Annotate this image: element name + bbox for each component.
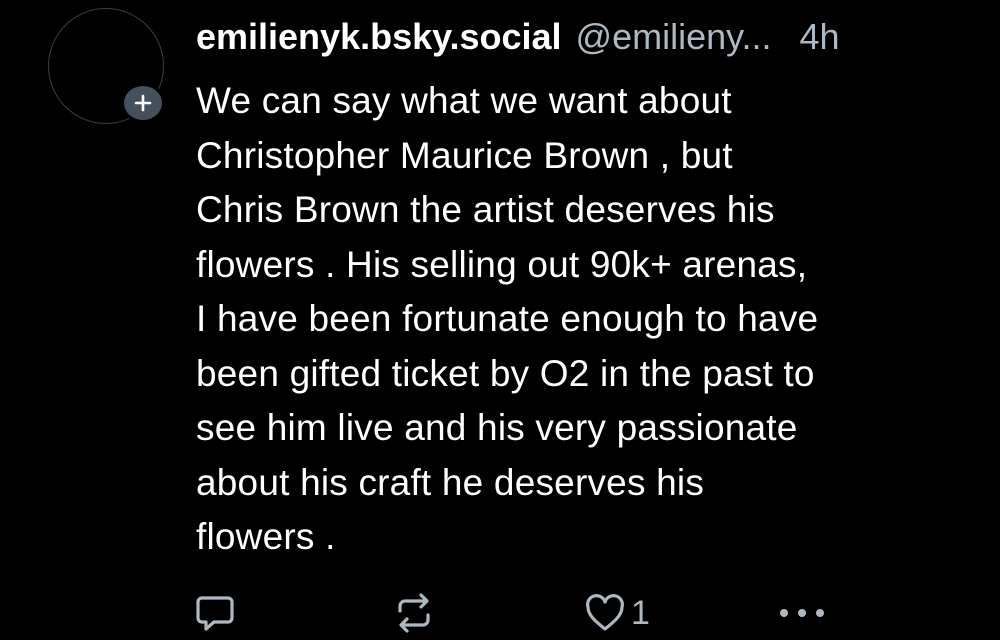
heart-icon <box>586 594 624 631</box>
post-header: emilienyk.bsky.social @emilieny... 4h <box>196 14 976 64</box>
follow-button[interactable] <box>121 83 165 123</box>
post-timestamp[interactable]: 4h <box>799 14 839 60</box>
repost-icon <box>398 593 430 633</box>
more-options-button[interactable] <box>775 590 829 636</box>
reply-button[interactable] <box>193 590 237 636</box>
author-handle[interactable]: @emilieny... <box>576 14 772 60</box>
author-display-name[interactable]: emilienyk.bsky.social <box>196 14 562 60</box>
repost-button[interactable] <box>392 590 436 636</box>
more-dots-icon <box>780 609 824 617</box>
like-button[interactable]: 1 <box>583 590 650 636</box>
post-text: We can say what we want about Christophe… <box>196 80 819 557</box>
reply-icon <box>196 596 234 631</box>
post-actions: 1 <box>0 590 1000 640</box>
post-card[interactable]: emilienyk.bsky.social @emilieny... 4h We… <box>0 0 1000 640</box>
plus-icon <box>134 94 152 112</box>
like-count: 1 <box>631 594 650 632</box>
